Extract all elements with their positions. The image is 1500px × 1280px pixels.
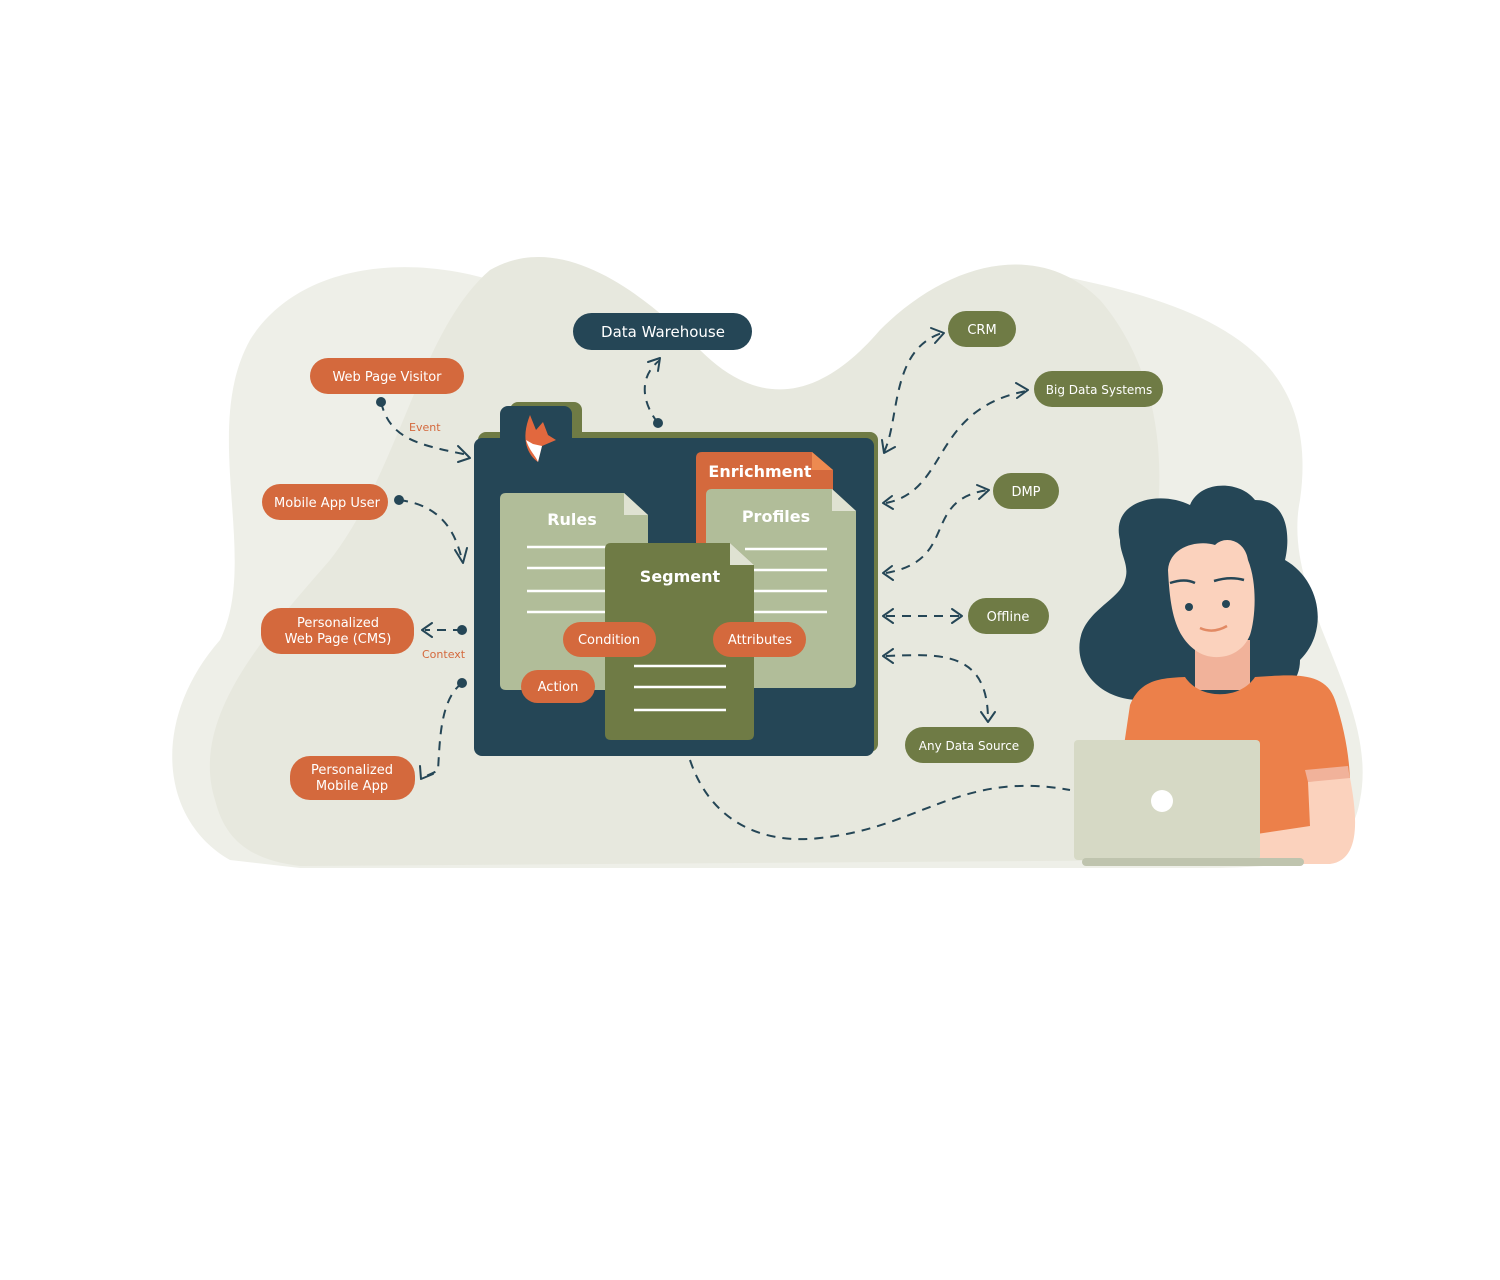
offline-node[interactable]: Offline xyxy=(968,598,1049,634)
personalized-web-page-node[interactable]: Personalized Web Page (CMS) xyxy=(261,608,414,654)
diagram-canvas: Enrichment Profiles Rules Segment Condit… xyxy=(172,257,1363,868)
mobile-app-user-label: Mobile App User xyxy=(274,496,381,511)
segment-label: Segment xyxy=(640,567,721,586)
dmp-node[interactable]: DMP xyxy=(993,473,1059,509)
personalized-mobile-app-line1: Personalized xyxy=(311,763,393,778)
personalized-mobile-app-node[interactable]: Personalized Mobile App xyxy=(290,756,415,800)
action-tag[interactable]: Action xyxy=(521,670,595,703)
laptop-base xyxy=(1082,858,1304,866)
attributes-label: Attributes xyxy=(728,633,792,648)
data-warehouse-label: Data Warehouse xyxy=(601,323,725,341)
personalized-web-page-line2: Web Page (CMS) xyxy=(285,632,392,647)
crm-label: CRM xyxy=(967,323,996,338)
condition-label: Condition xyxy=(578,633,640,648)
dmp-label: DMP xyxy=(1011,485,1040,500)
any-data-source-label: Any Data Source xyxy=(919,739,1019,753)
crm-node[interactable]: CRM xyxy=(948,311,1016,347)
big-data-systems-node[interactable]: Big Data Systems xyxy=(1034,371,1163,407)
web-page-visitor-node[interactable]: Web Page Visitor xyxy=(310,358,464,394)
any-data-source-node[interactable]: Any Data Source xyxy=(905,727,1034,763)
big-data-systems-label: Big Data Systems xyxy=(1046,383,1152,397)
laptop-logo xyxy=(1151,790,1173,812)
mobile-app-user-node[interactable]: Mobile App User xyxy=(262,484,388,520)
data-warehouse-node[interactable]: Data Warehouse xyxy=(573,313,752,350)
context-label: Context xyxy=(422,648,466,661)
action-label: Action xyxy=(538,680,579,695)
enrichment-label: Enrichment xyxy=(708,462,811,481)
rules-label: Rules xyxy=(547,510,597,529)
personalized-mobile-app-line2: Mobile App xyxy=(316,779,388,794)
personalized-web-page-line1: Personalized xyxy=(297,616,379,631)
attributes-tag[interactable]: Attributes xyxy=(713,622,806,657)
offline-label: Offline xyxy=(987,610,1030,625)
profiles-label: Profiles xyxy=(742,507,810,526)
condition-tag[interactable]: Condition xyxy=(563,622,656,657)
event-label: Event xyxy=(409,421,441,434)
web-page-visitor-label: Web Page Visitor xyxy=(332,370,442,385)
